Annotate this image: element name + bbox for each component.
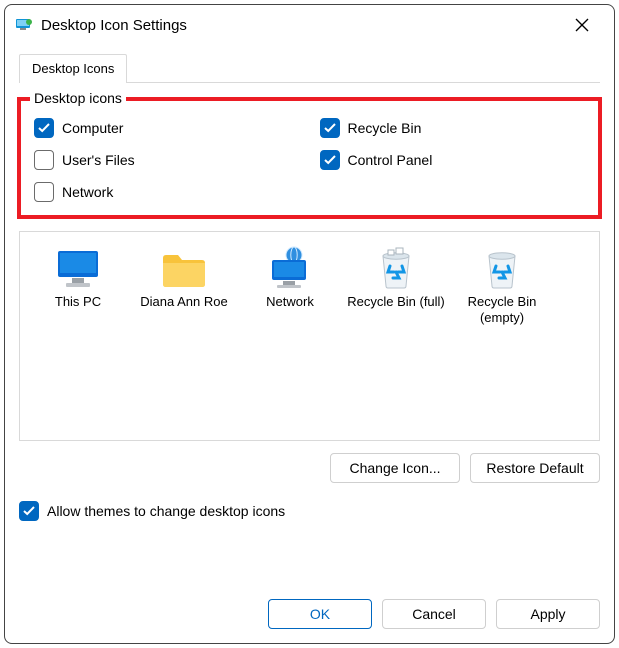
preview-label: Diana Ann Roe — [134, 294, 234, 310]
checkbox-box — [320, 118, 340, 138]
checkbox-box — [320, 150, 340, 170]
check-icon — [23, 506, 35, 516]
cancel-button[interactable]: Cancel — [382, 599, 486, 629]
preview-label: Recycle Bin (empty) — [452, 294, 552, 327]
change-icon-button[interactable]: Change Icon... — [330, 453, 460, 483]
preview-label: Recycle Bin (full) — [346, 294, 446, 310]
tabstrip: Desktop Icons — [19, 45, 600, 83]
checkbox-network[interactable]: Network — [34, 182, 300, 202]
checkbox-label: Computer — [62, 120, 123, 136]
checkbox-recycle-bin[interactable]: Recycle Bin — [320, 118, 586, 138]
preview-item-network[interactable]: Network — [240, 242, 340, 310]
close-button[interactable] — [560, 10, 604, 40]
ok-button[interactable]: OK — [268, 599, 372, 629]
checkbox-label: Network — [62, 184, 113, 200]
recycle-bin-full-icon — [346, 242, 446, 290]
check-icon — [324, 155, 336, 165]
checkbox-box — [34, 182, 54, 202]
checkbox-users-files[interactable]: User's Files — [34, 150, 300, 170]
preview-label: Network — [240, 294, 340, 310]
checkbox-label: Control Panel — [348, 152, 433, 168]
titlebar: Desktop Icon Settings — [5, 5, 614, 45]
preview-item-recycle-full[interactable]: Recycle Bin (full) — [346, 242, 446, 310]
preview-item-user-folder[interactable]: Diana Ann Roe — [134, 242, 234, 310]
tab-desktop-icons[interactable]: Desktop Icons — [19, 54, 127, 83]
network-icon — [240, 242, 340, 290]
checkbox-label: Allow themes to change desktop icons — [47, 503, 285, 519]
group-title: Desktop icons — [30, 90, 126, 106]
desktop-icons-group: Desktop icons Computer Recycle Bin — [19, 99, 600, 217]
window-title: Desktop Icon Settings — [41, 17, 560, 34]
folder-icon — [134, 242, 234, 290]
icon-preview-area: This PC Diana Ann Roe — [19, 231, 600, 441]
checkbox-computer[interactable]: Computer — [34, 118, 300, 138]
preview-label: This PC — [28, 294, 128, 310]
preview-item-this-pc[interactable]: This PC — [28, 242, 128, 310]
desktop-icons-checkbox-grid: Computer Recycle Bin User's Files — [34, 114, 585, 206]
checkbox-box — [34, 150, 54, 170]
icon-buttons-row: Change Icon... Restore Default — [19, 453, 600, 483]
window: Desktop Icon Settings Desktop Icons Desk… — [4, 4, 615, 644]
checkbox-label: Recycle Bin — [348, 120, 422, 136]
check-icon — [324, 123, 336, 133]
preview-item-recycle-empty[interactable]: Recycle Bin (empty) — [452, 242, 552, 327]
recycle-bin-empty-icon — [452, 242, 552, 290]
checkbox-label: User's Files — [62, 152, 135, 168]
close-icon — [575, 18, 589, 32]
dialog-footer: OK Cancel Apply — [5, 585, 614, 643]
checkbox-allow-themes[interactable]: Allow themes to change desktop icons — [19, 501, 600, 521]
apply-button[interactable]: Apply — [496, 599, 600, 629]
app-icon — [15, 16, 33, 34]
client-area: Desktop Icons Desktop icons Computer Rec… — [5, 45, 614, 585]
restore-default-button[interactable]: Restore Default — [470, 453, 600, 483]
this-pc-icon — [28, 242, 128, 290]
checkbox-box — [34, 118, 54, 138]
checkbox-box — [19, 501, 39, 521]
checkbox-control-panel[interactable]: Control Panel — [320, 150, 586, 170]
check-icon — [38, 123, 50, 133]
